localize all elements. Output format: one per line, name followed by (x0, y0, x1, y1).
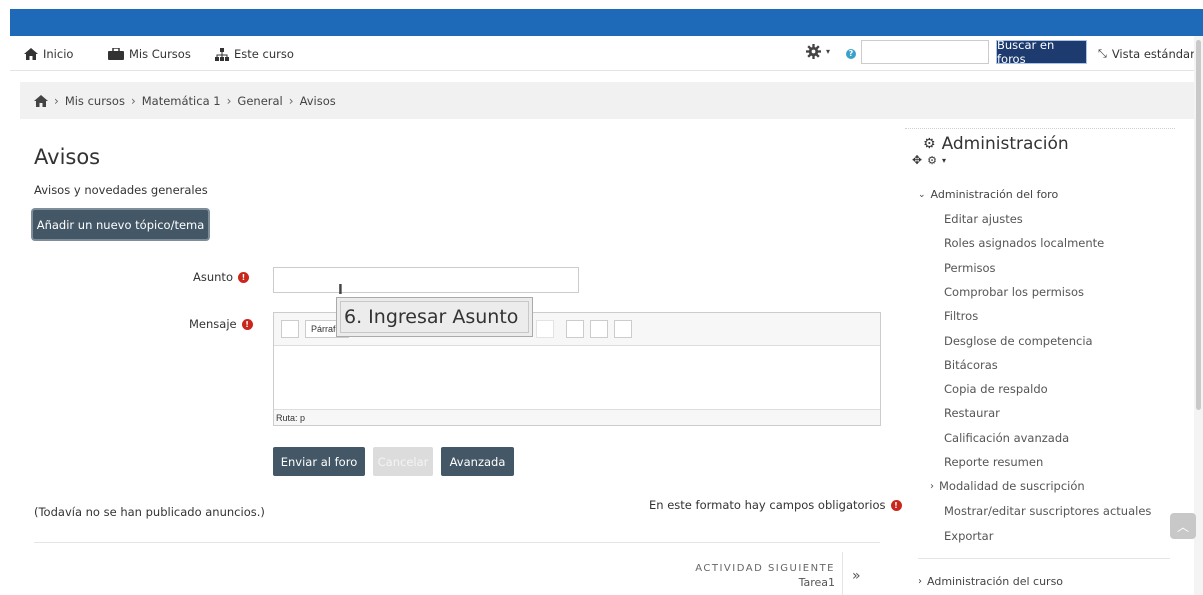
chevron-down-icon: ⌄ (918, 189, 926, 200)
breadcrumb-separator: › (288, 93, 294, 108)
admin-item-local-roles[interactable]: Roles asignados localmente (944, 236, 1104, 250)
search-input[interactable] (861, 40, 989, 64)
nav-this-course[interactable]: Este curso (215, 47, 294, 61)
subject-label: Asunto ! (193, 270, 249, 284)
step-tooltip: 6. Ingresar Asunto (336, 297, 533, 337)
file-icon[interactable] (614, 320, 632, 338)
scrollbar-thumb[interactable] (1196, 40, 1201, 410)
required-note-text: En este formato hay campos obligatorios (649, 498, 886, 512)
admin-item-filters[interactable]: Filtros (944, 309, 978, 323)
briefcase-icon (108, 48, 124, 60)
forum-admin-label: Administración del foro (930, 188, 1059, 201)
next-activity[interactable]: ACTIVIDAD SIGUIENTE Tarea1 (695, 563, 835, 589)
double-chevron-right-icon[interactable]: » (852, 568, 861, 584)
settings-menu[interactable]: ▾ (806, 44, 830, 59)
next-activity-name: Tarea1 (798, 576, 835, 589)
required-icon: ! (890, 499, 902, 511)
admin-item-competency[interactable]: Desglose de competencia (944, 334, 1093, 348)
no-posts-message: (Todavía no se han publicado anuncios.) (34, 505, 265, 519)
search-forums-button[interactable]: Buscar en foros (996, 38, 1087, 66)
forum-description: Avisos y novedades generales (34, 183, 208, 197)
subscription-mode-label: Modalidad de suscripción (939, 479, 1085, 493)
media-icon[interactable] (590, 320, 608, 338)
admin-item-backup[interactable]: Copia de respaldo (944, 382, 1048, 396)
home-icon[interactable] (34, 94, 48, 107)
breadcrumb: › Mis cursos › Matemática 1 › General › … (20, 82, 1203, 119)
admin-block-title: ⚙ Administración (923, 134, 1069, 154)
admin-item-advanced-grading[interactable]: Calificación avanzada (944, 431, 1069, 445)
advanced-button[interactable]: Avanzada (441, 447, 514, 476)
chevron-up-icon: ︿ (1176, 519, 1189, 534)
message-label-text: Mensaje (189, 317, 237, 331)
admin-item-permissions[interactable]: Permisos (944, 261, 996, 275)
forum-admin-node[interactable]: ⌄ Administración del foro (918, 188, 1058, 201)
admin-block-tools: ✥ ⚙ ▾ (912, 153, 946, 167)
admin-title-text: Administración (941, 134, 1069, 154)
gear-icon[interactable]: ⚙ (927, 154, 937, 167)
admin-item-summary-report[interactable]: Reporte resumen (944, 455, 1043, 469)
chevron-down-icon[interactable]: ▾ (942, 156, 946, 165)
breadcrumb-separator: › (130, 93, 136, 108)
subject-label-text: Asunto (193, 270, 233, 284)
admin-block-border (905, 128, 1175, 129)
breadcrumb-course[interactable]: Matemática 1 (142, 94, 221, 108)
nav-this-course-label: Este curso (234, 47, 294, 61)
home-icon (24, 48, 38, 60)
breadcrumb-separator: › (54, 93, 59, 108)
subscription-mode-node[interactable]: › Modalidad de suscripción (930, 479, 1085, 493)
move-icon[interactable]: ✥ (912, 153, 922, 167)
message-label: Mensaje ! (189, 317, 253, 331)
breadcrumb-my-courses[interactable]: Mis cursos (65, 94, 125, 108)
gears-icon: ⚙ (923, 136, 936, 152)
help-icon[interactable]: ? (846, 49, 856, 59)
required-icon: ! (241, 318, 253, 330)
admin-item-restore[interactable]: Restaurar (944, 406, 1000, 420)
nav-my-courses-label: Mis Cursos (129, 47, 191, 61)
tooltip-frame (340, 301, 529, 333)
course-admin-node[interactable]: › Administración del curso (918, 575, 1063, 588)
nav-home-label: Inicio (43, 47, 74, 61)
toolbar-toggle-icon[interactable] (281, 320, 299, 338)
page-title: Avisos (34, 145, 101, 169)
required-fields-note: En este formato hay campos obligatorios … (649, 498, 902, 512)
subject-input[interactable] (273, 267, 579, 293)
admin-item-subscribers[interactable]: Mostrar/editar suscriptores actuales (944, 504, 1151, 518)
breadcrumb-separator: › (226, 93, 232, 108)
chevron-down-icon: ▾ (826, 47, 831, 56)
image-icon[interactable] (566, 320, 584, 338)
gear-icon (806, 44, 821, 59)
nav-home[interactable]: Inicio (24, 47, 73, 61)
top-band (10, 9, 1203, 36)
admin-item-edit-settings[interactable]: Editar ajustes (944, 212, 1023, 226)
content-divider (34, 542, 880, 543)
link-icon[interactable] (536, 320, 554, 338)
cancel-button[interactable]: Cancelar (373, 447, 433, 476)
next-activity-label: ACTIVIDAD SIGUIENTE (695, 563, 835, 574)
chevron-right-icon: › (918, 576, 922, 587)
submit-button[interactable]: Enviar al foro (273, 447, 365, 476)
nav-my-courses[interactable]: Mis Cursos (108, 47, 191, 61)
next-activity-divider (842, 552, 843, 595)
admin-item-export[interactable]: Exportar (944, 529, 993, 543)
breadcrumb-current[interactable]: Avisos (300, 94, 336, 108)
admin-item-check-permissions[interactable]: Comprobar los permisos (944, 285, 1084, 299)
course-admin-label: Administración del curso (927, 575, 1064, 588)
sitemap-icon (215, 47, 229, 61)
breadcrumb-section[interactable]: General (237, 94, 282, 108)
navbar: Inicio Mis Cursos Este curso ▾ ? Buscar … (10, 36, 1203, 71)
chevron-right-icon: › (930, 480, 934, 492)
admin-item-logs[interactable]: Bitácoras (944, 358, 998, 372)
compress-icon: ⤡ (1098, 47, 1107, 60)
standard-view-label: Vista estándar (1111, 47, 1195, 61)
add-topic-button[interactable]: Añadir un nuevo tópico/tema (33, 210, 208, 239)
back-to-top-button[interactable]: ︿ (1170, 513, 1196, 539)
admin-divider (918, 558, 1170, 559)
editor-path: Ruta: p (274, 409, 880, 425)
text-cursor-icon: I (338, 283, 343, 298)
standard-view-link[interactable]: ⤡ Vista estándar (1098, 47, 1195, 61)
required-icon: ! (237, 271, 249, 283)
